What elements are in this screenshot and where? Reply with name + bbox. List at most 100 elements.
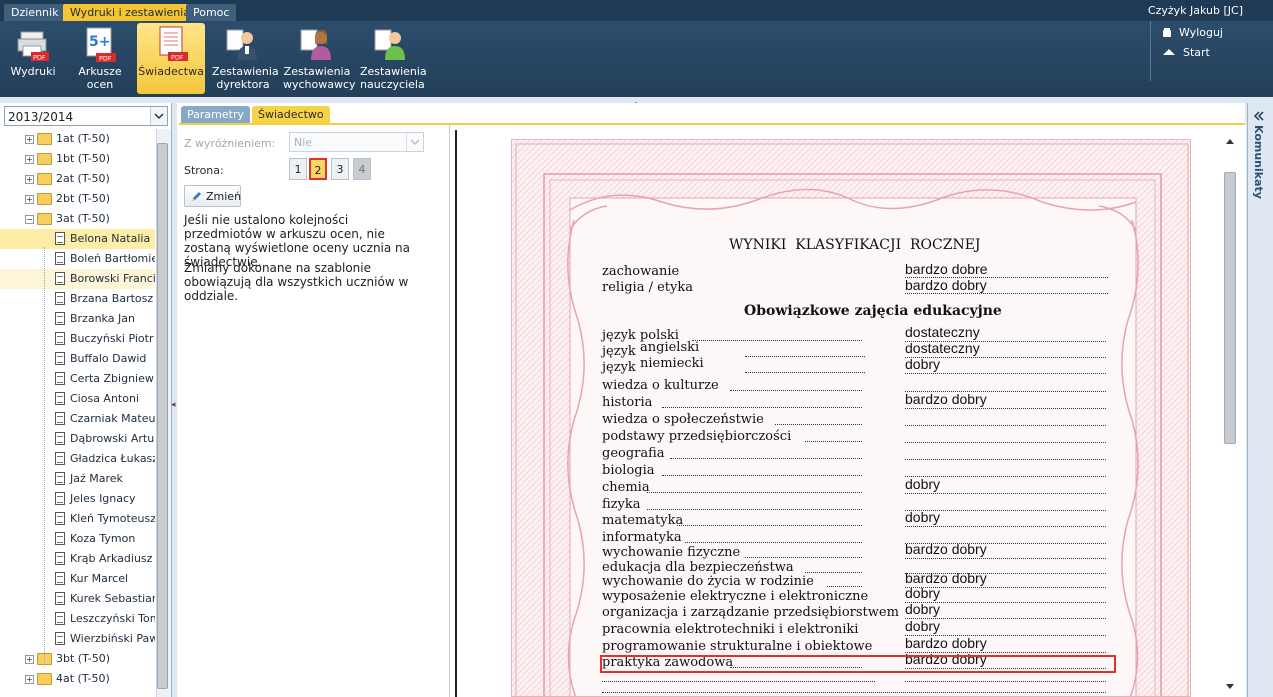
ribbon-button-zestawienia-nauczyciela[interactable]: Zestawienia nauczyciela <box>360 23 427 94</box>
student-document-icon <box>55 252 65 265</box>
expand-icon[interactable]: + <box>25 195 34 204</box>
tree-student-label: Brzana Bartosz <box>70 292 154 305</box>
logout-link[interactable]: Wyloguj <box>1163 26 1223 39</box>
tree-student-node[interactable]: Buczyński Piotr <box>0 329 155 349</box>
parameters-form <box>179 125 449 697</box>
tree-student-node[interactable]: Borowski Franciszek <box>0 269 155 289</box>
folder-icon <box>37 673 52 685</box>
student-document-icon <box>55 552 65 565</box>
viewer-edge <box>455 130 457 697</box>
tab-parametry[interactable]: Parametry <box>181 106 250 123</box>
tree-class-node[interactable]: +2bt (T-50) <box>0 189 155 209</box>
tree-student-label: Belona Natalia <box>70 232 151 245</box>
tree-student-node[interactable]: Wierzbiński Paweł <box>0 629 155 649</box>
expand-icon[interactable]: + <box>25 675 34 684</box>
tree-student-node[interactable]: Czarniak Mateusz <box>0 409 155 429</box>
expand-icon[interactable]: + <box>25 175 34 184</box>
viewer-scrollbar-thumb[interactable] <box>1224 172 1236 444</box>
tree-student-node[interactable]: Brzanka Jan <box>0 309 155 329</box>
expand-messages-icon[interactable] <box>1250 109 1270 123</box>
tree-student-label: Borowski Franciszek <box>70 272 155 285</box>
page-label: Strona: <box>184 164 224 177</box>
ribbon-button-zestawienia-wychowawcy[interactable]: Zestawienia wychowawcy <box>283 23 356 94</box>
tree-student-label: Czarniak Mateusz <box>70 412 155 425</box>
tree-student-node[interactable]: Kurek Sebastian <box>0 589 155 609</box>
tab-swiadectwo[interactable]: Świadectwo <box>252 106 330 123</box>
tree-student-node[interactable]: Gładzica Łukasz <box>0 449 155 469</box>
tree-student-node[interactable]: Brzana Bartosz <box>0 289 155 309</box>
student-document-icon <box>55 332 65 345</box>
ribbon-button-zestawienia-dyrektora[interactable]: Zestawienia dyrektora <box>212 23 279 94</box>
tree-student-node[interactable]: Buffalo Dawid <box>0 349 155 369</box>
page-button-2[interactable]: 2 <box>309 158 327 180</box>
folder-open-icon <box>37 213 52 225</box>
svg-text:PDF: PDF <box>99 55 112 63</box>
student-document-icon <box>55 292 65 305</box>
change-button-label: Zmień <box>206 190 242 203</box>
director-icon <box>225 26 261 62</box>
tree-student-node[interactable]: Leszczyński Tomasz <box>0 609 155 629</box>
tree-student-node[interactable]: Kur Marcel <box>0 569 155 589</box>
certificate-pdf-icon: PDF <box>153 26 189 62</box>
tree-scrollbar-thumb[interactable] <box>157 143 168 689</box>
menu-tab-wydruki[interactable]: Wydruki i zestawienia <box>63 4 198 21</box>
start-link[interactable]: Start <box>1163 46 1210 59</box>
tree-class-node[interactable]: − 3at (T-50) <box>0 209 155 229</box>
menu-tab-pomoc[interactable]: Pomoc <box>186 4 237 21</box>
ribbon-button-arkusze[interactable]: 5+ PDF Arkusze ocen <box>73 23 127 94</box>
tree-student-node[interactable]: Belona Natalia <box>0 229 155 249</box>
expand-icon[interactable]: + <box>25 655 34 664</box>
scroll-up-icon[interactable] <box>1222 134 1238 150</box>
student-document-icon <box>55 352 65 365</box>
folder-icon <box>37 193 52 205</box>
tree-student-label: Krąb Arkadiusz <box>70 552 153 565</box>
home-icon <box>1163 49 1175 55</box>
tree-student-label: Gładzica Łukasz <box>70 452 155 465</box>
student-document-icon <box>55 312 65 325</box>
tree-student-node[interactable]: Krąb Arkadiusz <box>0 549 155 569</box>
info-text-template: Zmiany dokonane na szablonie obowiązują … <box>184 261 409 303</box>
expand-icon[interactable]: + <box>25 135 34 144</box>
tree-student-label: Kleń Tymoteusz <box>70 512 155 525</box>
change-button[interactable]: Zmień <box>184 185 241 207</box>
tree-student-label: Certa Zbigniew <box>70 372 154 385</box>
distinction-label: Z wyróżnieniem: <box>184 137 276 150</box>
student-document-icon <box>55 452 65 465</box>
page-button-4[interactable]: 4 <box>353 158 371 180</box>
tree-class-node[interactable]: +3bt (T-50) <box>0 649 155 669</box>
page-button-1[interactable]: 1 <box>289 158 307 180</box>
menu-tab-dziennik[interactable]: Dziennik <box>4 4 66 21</box>
tree-class-node[interactable]: +2at (T-50) <box>0 169 155 189</box>
student-document-icon <box>55 232 65 245</box>
student-tree-panel: 2013/2014 +1at (T-50) +1bt (T-50) +2at (T-… <box>0 103 172 697</box>
tree-student-node[interactable]: Ciosa Antoni <box>0 389 155 409</box>
tree-class-node[interactable]: +1at (T-50) <box>0 129 155 149</box>
svg-text:PDF: PDF <box>33 54 46 62</box>
start-label: Start <box>1183 46 1210 59</box>
ribbon-button-swiadectwa[interactable]: PDF Świadectwa <box>137 23 205 94</box>
tree-student-node[interactable]: Kleń Tymoteusz <box>0 509 155 529</box>
tree-student-label: Buffalo Dawid <box>70 352 147 365</box>
school-year-select[interactable]: 2013/2014 <box>4 106 168 126</box>
scroll-down-icon[interactable] <box>1222 678 1238 694</box>
tree-student-node[interactable]: Koza Tymon <box>0 529 155 549</box>
distinction-select[interactable]: Nie <box>289 132 424 152</box>
student-document-icon <box>55 532 65 545</box>
printer-pdf-icon: PDF <box>15 26 51 62</box>
chevron-down-icon[interactable] <box>150 107 167 125</box>
tree-student-node[interactable]: Certa Zbigniew <box>0 369 155 389</box>
tree-student-node[interactable]: Jaź Marek <box>0 469 155 489</box>
tree-student-node[interactable]: Dąbrowski Artur <box>0 429 155 449</box>
collapse-icon[interactable]: − <box>25 215 34 224</box>
student-document-icon <box>55 412 65 425</box>
tree-class-node[interactable]: +1bt (T-50) <box>0 149 155 169</box>
tree-student-node[interactable]: Boleń Bartłomiej <box>0 249 155 269</box>
expand-icon[interactable]: + <box>25 155 34 164</box>
page-button-3[interactable]: 3 <box>331 158 349 180</box>
ribbon-label-swiadectwa: Świadectwa <box>138 65 204 78</box>
tree-student-node[interactable]: Jeles Ignacy <box>0 489 155 509</box>
ribbon-button-wydruki[interactable]: PDF Wydruki <box>6 23 60 94</box>
tree-class-node[interactable]: +4at (T-50) <box>0 669 155 689</box>
top-menu-bar: Dziennik Wydruki i zestawienia Pomoc Czy… <box>0 0 1273 21</box>
teacher-icon <box>373 26 409 62</box>
